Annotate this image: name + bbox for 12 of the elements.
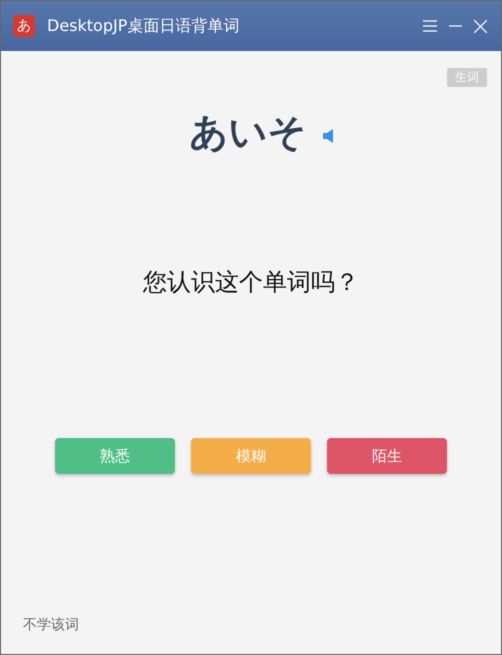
answer-button[interactable]: 陌生 — [327, 438, 447, 474]
window-title: DesktopJP桌面日语背单词 — [47, 16, 240, 36]
answer-button[interactable]: 模糊 — [191, 438, 311, 474]
skip-word-link[interactable]: 不学该词 — [23, 617, 79, 633]
minimize-icon[interactable] — [449, 25, 462, 27]
speaker-icon[interactable] — [322, 128, 332, 142]
app-icon: あ — [13, 15, 35, 37]
japanese-word: あいそ — [190, 109, 306, 156]
close-icon[interactable] — [474, 20, 487, 32]
menu-icon[interactable] — [423, 20, 437, 32]
question-text: 您认识这个单词吗？ — [142, 267, 360, 298]
answer-button[interactable]: 熟悉 — [55, 438, 175, 474]
